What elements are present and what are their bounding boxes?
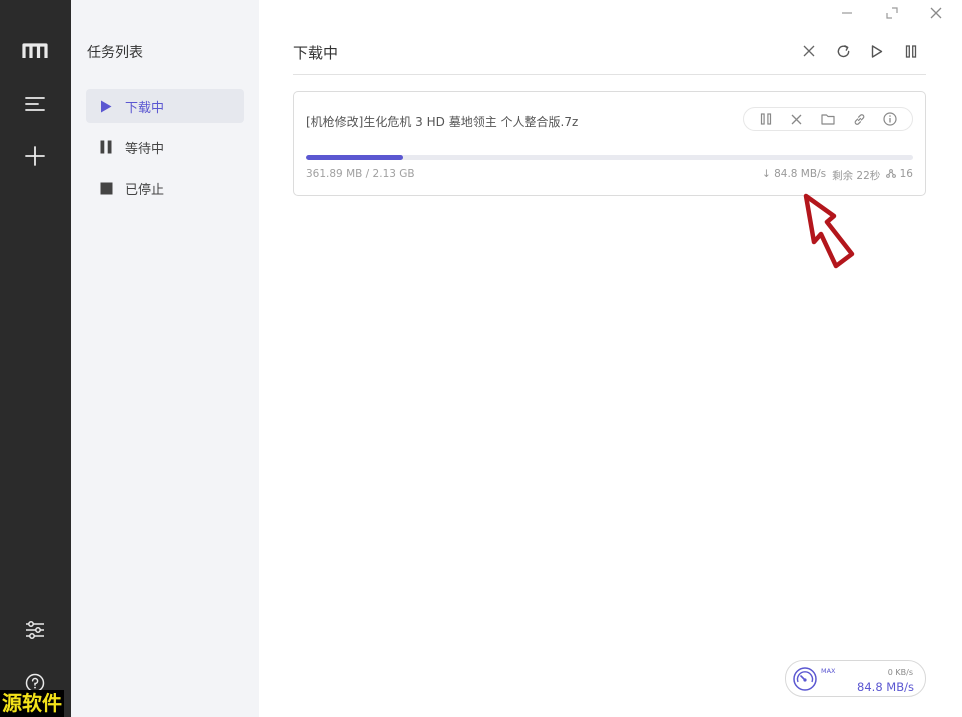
sidebar-item-downloading[interactable]: 下载中 [86,89,244,123]
task-progress-fill [306,155,404,160]
annotation-arrow-icon [803,193,855,269]
refresh-icon [837,44,849,57]
menu-icon[interactable] [20,89,50,119]
link-icon[interactable] [850,110,868,128]
maximize-button[interactable] [881,3,903,23]
download-speed: 84.8 MB/s [857,680,914,694]
settings-sliders-icon[interactable] [20,615,50,645]
speed-meter[interactable]: MAX 0 KB/s 84.8 MB/s [785,660,926,697]
task-speed: ↓ 84.8 MB/s [761,168,827,180]
speedometer-icon [793,667,817,691]
maximize-icon [886,7,898,19]
refresh-button[interactable] [833,41,853,61]
task-progress-bar [306,155,913,160]
close-icon [803,45,815,57]
pause-icon [905,44,917,58]
logo-icon[interactable] [20,36,50,66]
speed-max-label: MAX [821,667,836,675]
sidebar-title: 任务列表 [87,45,143,61]
watermark-text: 源软件 [0,690,64,717]
pause-icon[interactable] [757,110,775,128]
task-stats: ↓ 84.8 MB/s 剩余 22秒 16 [762,168,913,183]
page-title: 下载中 [293,44,339,62]
task-file-name: [机枪修改]生化危机 3 HD 墓地领主 个人整合版.7z [306,115,579,129]
upload-speed: 0 KB/s [887,668,913,677]
minimize-button[interactable] [836,3,858,23]
sidebar-item-label: 等待中 [125,141,165,157]
task-action-group [743,107,913,131]
play-icon [871,44,883,58]
connections-icon [886,169,897,178]
close-window-button[interactable] [925,3,947,23]
left-rail [0,0,71,717]
resume-all-button[interactable] [867,41,887,61]
folder-icon[interactable] [819,110,837,128]
play-icon [98,98,114,114]
plus-icon[interactable] [20,141,50,171]
minimize-icon [842,12,852,14]
task-connections: 16 [886,168,913,183]
task-size: 361.89 MB / 2.13 GB [306,168,415,180]
header-divider [293,74,926,75]
main-panel: 下载中 [机枪修改]生化危机 3 HD 墓地领主 个人整合版.7z 361.89… [259,0,962,717]
task-sidebar: 任务列表 下载中 等待中 已停止 [71,0,259,717]
sidebar-item-label: 已停止 [125,182,165,198]
stop-icon [98,180,114,196]
delete-all-button[interactable] [799,41,819,61]
delete-icon[interactable] [788,110,806,128]
task-connections-count: 16 [899,168,913,180]
app-window: 源软件 任务列表 下载中 等待中 已停止 下载中 [机枪修改]生化危机 3 HD… [0,0,962,717]
sidebar-item-waiting[interactable]: 等待中 [86,130,244,164]
download-task-card[interactable]: [机枪修改]生化危机 3 HD 墓地领主 个人整合版.7z 361.89 MB … [293,91,926,196]
pause-icon [98,139,114,155]
info-icon[interactable] [881,110,899,128]
close-icon [930,7,942,19]
task-remaining: 剩余 22秒 [832,170,881,182]
sidebar-item-stopped[interactable]: 已停止 [86,171,244,205]
sidebar-item-label: 下载中 [125,100,165,116]
pause-all-button[interactable] [901,41,921,61]
